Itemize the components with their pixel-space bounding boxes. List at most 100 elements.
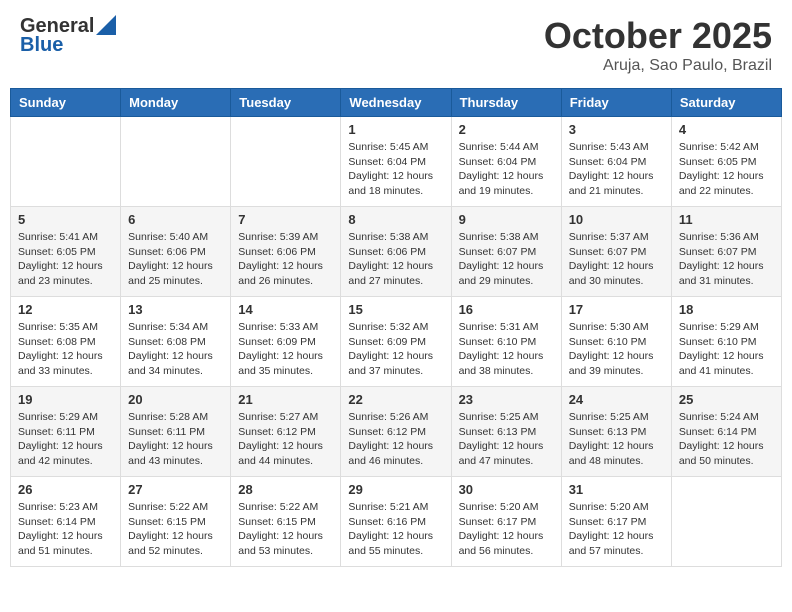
calendar-cell-4-7: 25 Sunrise: 5:24 AM Sunset: 6:14 PM Dayli…: [671, 387, 781, 477]
calendar-cell-3-3: 14 Sunrise: 5:33 AM Sunset: 6:09 PM Dayli…: [231, 297, 341, 387]
cell-content: Sunrise: 5:35 AM Sunset: 6:08 PM Dayligh…: [18, 320, 113, 379]
calendar-cell-5-3: 28 Sunrise: 5:22 AM Sunset: 6:15 PM Dayli…: [231, 477, 341, 567]
day-number: 24: [569, 392, 664, 407]
day-number: 26: [18, 482, 113, 497]
calendar-cell-2-2: 6 Sunrise: 5:40 AM Sunset: 6:06 PM Daylig…: [121, 207, 231, 297]
day-number: 29: [348, 482, 443, 497]
calendar-cell-4-4: 22 Sunrise: 5:26 AM Sunset: 6:12 PM Dayli…: [341, 387, 451, 477]
day-number: 10: [569, 212, 664, 227]
day-number: 28: [238, 482, 333, 497]
calendar-cell-2-3: 7 Sunrise: 5:39 AM Sunset: 6:06 PM Daylig…: [231, 207, 341, 297]
logo-triangle-icon: [96, 15, 116, 35]
calendar-cell-5-5: 30 Sunrise: 5:20 AM Sunset: 6:17 PM Dayli…: [451, 477, 561, 567]
location: Aruja, Sao Paulo, Brazil: [544, 57, 772, 75]
calendar-cell-1-1: [11, 117, 121, 207]
cell-content: Sunrise: 5:20 AM Sunset: 6:17 PM Dayligh…: [459, 500, 554, 559]
day-number: 9: [459, 212, 554, 227]
cell-content: Sunrise: 5:28 AM Sunset: 6:11 PM Dayligh…: [128, 410, 223, 469]
day-number: 8: [348, 212, 443, 227]
cell-content: Sunrise: 5:44 AM Sunset: 6:04 PM Dayligh…: [459, 140, 554, 199]
week-row-3: 12 Sunrise: 5:35 AM Sunset: 6:08 PM Dayli…: [11, 297, 782, 387]
day-number: 18: [679, 302, 774, 317]
calendar-cell-5-2: 27Sunrise: 5:22 AM Sunset: 6:15 PM Dayli…: [121, 477, 231, 567]
day-number: 5: [18, 212, 113, 227]
cell-content: Sunrise: 5:34 AM Sunset: 6:08 PM Dayligh…: [128, 320, 223, 379]
day-number: 27: [128, 482, 223, 497]
month-title: October 2025: [544, 15, 772, 57]
calendar-cell-3-5: 16Sunrise: 5:31 AM Sunset: 6:10 PM Dayli…: [451, 297, 561, 387]
cell-content: Sunrise: 5:38 AM Sunset: 6:06 PM Dayligh…: [348, 230, 443, 289]
day-number: 23: [459, 392, 554, 407]
week-row-1: 1Sunrise: 5:45 AM Sunset: 6:04 PM Daylig…: [11, 117, 782, 207]
calendar-cell-5-1: 26Sunrise: 5:23 AM Sunset: 6:14 PM Dayli…: [11, 477, 121, 567]
cell-content: Sunrise: 5:43 AM Sunset: 6:04 PM Dayligh…: [569, 140, 664, 199]
cell-content: Sunrise: 5:36 AM Sunset: 6:07 PM Dayligh…: [679, 230, 774, 289]
cell-content: Sunrise: 5:22 AM Sunset: 6:15 PM Dayligh…: [238, 500, 333, 559]
day-number: 30: [459, 482, 554, 497]
day-number: 1: [348, 122, 443, 137]
cell-content: Sunrise: 5:24 AM Sunset: 6:14 PM Dayligh…: [679, 410, 774, 469]
cell-content: Sunrise: 5:25 AM Sunset: 6:13 PM Dayligh…: [569, 410, 664, 469]
cell-content: Sunrise: 5:38 AM Sunset: 6:07 PM Dayligh…: [459, 230, 554, 289]
cell-content: Sunrise: 5:27 AM Sunset: 6:12 PM Dayligh…: [238, 410, 333, 469]
calendar-cell-2-6: 10Sunrise: 5:37 AM Sunset: 6:07 PM Dayli…: [561, 207, 671, 297]
cell-content: Sunrise: 5:42 AM Sunset: 6:05 PM Dayligh…: [679, 140, 774, 199]
logo: General Blue: [20, 15, 116, 57]
day-number: 3: [569, 122, 664, 137]
calendar-cell-2-4: 8 Sunrise: 5:38 AM Sunset: 6:06 PM Daylig…: [341, 207, 451, 297]
cell-content: Sunrise: 5:25 AM Sunset: 6:13 PM Dayligh…: [459, 410, 554, 469]
calendar-cell-3-2: 13Sunrise: 5:34 AM Sunset: 6:08 PM Dayli…: [121, 297, 231, 387]
title-block: October 2025 Aruja, Sao Paulo, Brazil: [544, 15, 772, 75]
day-number: 12: [18, 302, 113, 317]
calendar-cell-3-7: 18 Sunrise: 5:29 AM Sunset: 6:10 PM Dayli…: [671, 297, 781, 387]
calendar-cell-1-4: 1Sunrise: 5:45 AM Sunset: 6:04 PM Daylig…: [341, 117, 451, 207]
calendar-cell-4-3: 21 Sunrise: 5:27 AM Sunset: 6:12 PM Dayli…: [231, 387, 341, 477]
day-number: 21: [238, 392, 333, 407]
calendar-cell-1-3: [231, 117, 341, 207]
calendar-cell-4-1: 19Sunrise: 5:29 AM Sunset: 6:11 PM Dayli…: [11, 387, 121, 477]
logo-blue-text: Blue: [20, 34, 63, 57]
cell-content: Sunrise: 5:26 AM Sunset: 6:12 PM Dayligh…: [348, 410, 443, 469]
cell-content: Sunrise: 5:29 AM Sunset: 6:11 PM Dayligh…: [18, 410, 113, 469]
page-header: General Blue October 2025 Aruja, Sao Pau…: [10, 10, 782, 80]
week-row-5: 26Sunrise: 5:23 AM Sunset: 6:14 PM Dayli…: [11, 477, 782, 567]
calendar-cell-1-5: 2 Sunrise: 5:44 AM Sunset: 6:04 PM Daylig…: [451, 117, 561, 207]
weekday-header-tuesday: Tuesday: [231, 89, 341, 117]
day-number: 7: [238, 212, 333, 227]
calendar-cell-5-6: 31 Sunrise: 5:20 AM Sunset: 6:17 PM Dayli…: [561, 477, 671, 567]
cell-content: Sunrise: 5:39 AM Sunset: 6:06 PM Dayligh…: [238, 230, 333, 289]
weekday-header-friday: Friday: [561, 89, 671, 117]
day-number: 2: [459, 122, 554, 137]
calendar-cell-2-1: 5 Sunrise: 5:41 AM Sunset: 6:05 PM Daylig…: [11, 207, 121, 297]
day-number: 4: [679, 122, 774, 137]
calendar-table: SundayMondayTuesdayWednesdayThursdayFrid…: [10, 88, 782, 567]
cell-content: Sunrise: 5:30 AM Sunset: 6:10 PM Dayligh…: [569, 320, 664, 379]
calendar-cell-1-7: 4 Sunrise: 5:42 AM Sunset: 6:05 PM Daylig…: [671, 117, 781, 207]
day-number: 25: [679, 392, 774, 407]
day-number: 31: [569, 482, 664, 497]
cell-content: Sunrise: 5:31 AM Sunset: 6:10 PM Dayligh…: [459, 320, 554, 379]
day-number: 14: [238, 302, 333, 317]
day-number: 6: [128, 212, 223, 227]
cell-content: Sunrise: 5:21 AM Sunset: 6:16 PM Dayligh…: [348, 500, 443, 559]
calendar-cell-1-2: [121, 117, 231, 207]
week-row-4: 19Sunrise: 5:29 AM Sunset: 6:11 PM Dayli…: [11, 387, 782, 477]
day-number: 17: [569, 302, 664, 317]
weekday-header-thursday: Thursday: [451, 89, 561, 117]
weekday-header-monday: Monday: [121, 89, 231, 117]
day-number: 11: [679, 212, 774, 227]
weekday-header-saturday: Saturday: [671, 89, 781, 117]
cell-content: Sunrise: 5:40 AM Sunset: 6:06 PM Dayligh…: [128, 230, 223, 289]
day-number: 15: [348, 302, 443, 317]
calendar-cell-2-5: 9 Sunrise: 5:38 AM Sunset: 6:07 PM Daylig…: [451, 207, 561, 297]
day-number: 22: [348, 392, 443, 407]
calendar-cell-3-4: 15Sunrise: 5:32 AM Sunset: 6:09 PM Dayli…: [341, 297, 451, 387]
cell-content: Sunrise: 5:33 AM Sunset: 6:09 PM Dayligh…: [238, 320, 333, 379]
cell-content: Sunrise: 5:20 AM Sunset: 6:17 PM Dayligh…: [569, 500, 664, 559]
calendar-cell-1-6: 3 Sunrise: 5:43 AM Sunset: 6:04 PM Daylig…: [561, 117, 671, 207]
cell-content: Sunrise: 5:29 AM Sunset: 6:10 PM Dayligh…: [679, 320, 774, 379]
cell-content: Sunrise: 5:41 AM Sunset: 6:05 PM Dayligh…: [18, 230, 113, 289]
weekday-header-row: SundayMondayTuesdayWednesdayThursdayFrid…: [11, 89, 782, 117]
calendar-cell-4-6: 24 Sunrise: 5:25 AM Sunset: 6:13 PM Dayli…: [561, 387, 671, 477]
weekday-header-sunday: Sunday: [11, 89, 121, 117]
